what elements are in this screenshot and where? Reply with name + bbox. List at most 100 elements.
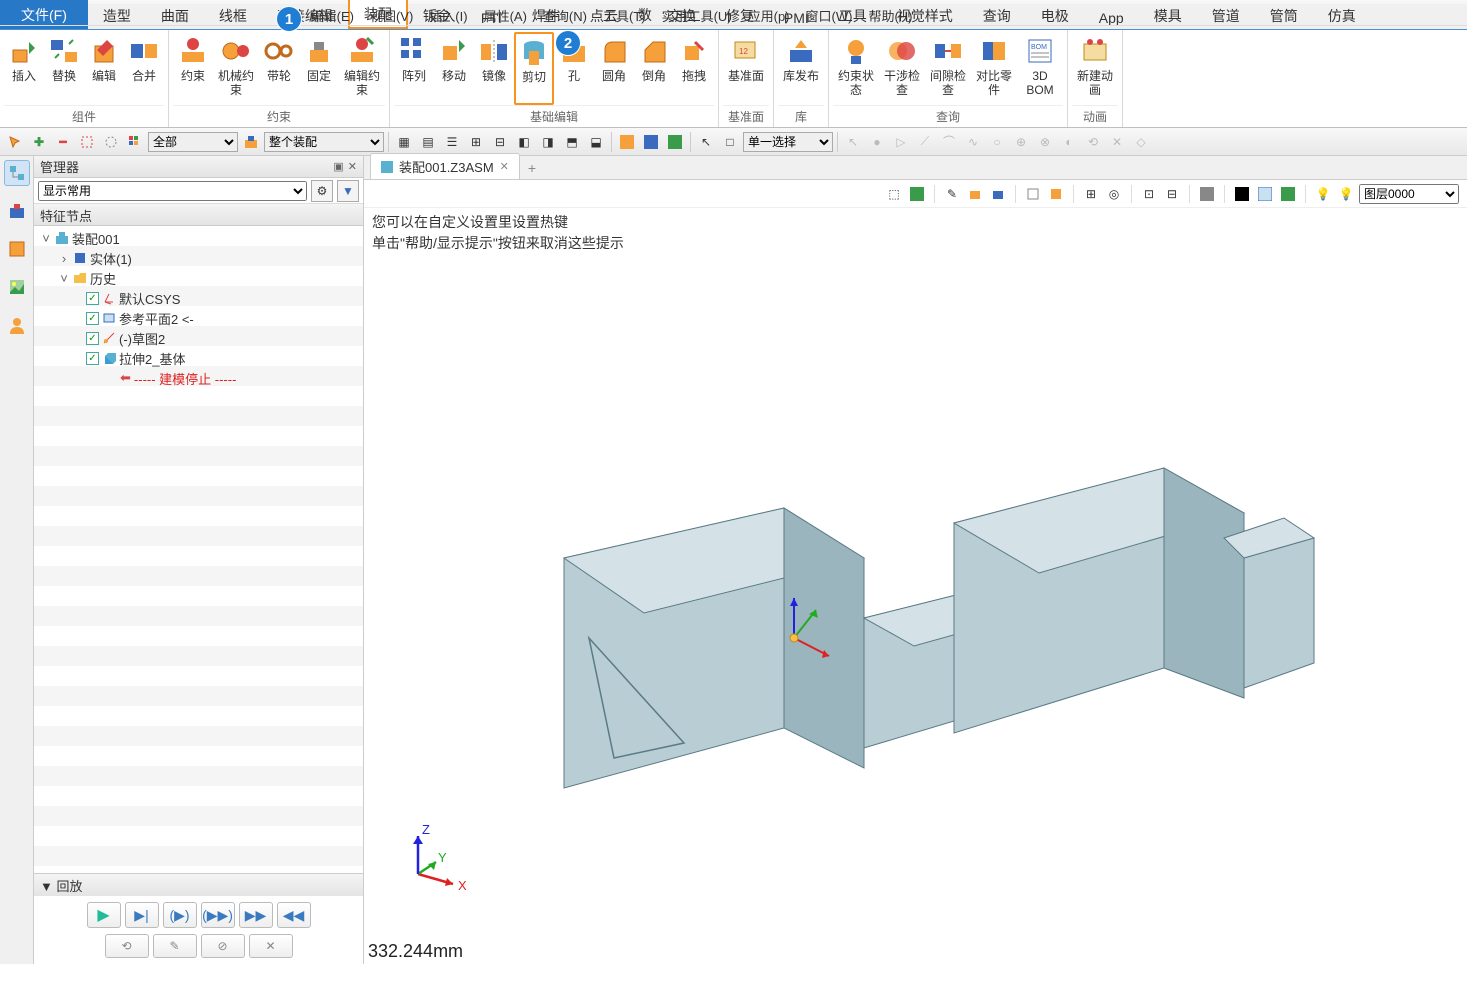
tb-icon[interactable]: ⊗ <box>1034 131 1056 153</box>
interference-button[interactable]: 干涉检查 <box>879 32 925 105</box>
tab-wireframe[interactable]: 线框 <box>204 1 262 29</box>
doc-tab-active[interactable]: 装配001.Z3ASM ✕ <box>370 153 520 179</box>
skip-fwd-button[interactable]: (▶) <box>163 902 197 928</box>
pattern-button[interactable]: 阵列 <box>394 32 434 105</box>
vt-icon[interactable] <box>907 184 927 204</box>
select-lasso-icon[interactable] <box>100 131 122 153</box>
pb-tool-3[interactable]: ⊘ <box>201 934 245 958</box>
menu-insert[interactable]: 插入(I) <box>421 4 475 27</box>
tb-icon[interactable]: □ <box>719 131 741 153</box>
layer-select[interactable]: 图层0000 <box>1359 184 1459 204</box>
manager-tab-user-icon[interactable] <box>4 312 30 338</box>
tb-icon[interactable]: ⌒ <box>938 131 960 153</box>
tree-body[interactable]: ›实体(1) <box>34 248 363 268</box>
canvas-3d[interactable]: 您可以在自定义设置里设置热键 单击"帮助/显示提示"按钮来取消这些提示 <box>364 208 1467 964</box>
add-tab-button[interactable]: + <box>520 157 544 179</box>
tb-icon[interactable]: ◧ <box>513 131 535 153</box>
minus-icon[interactable]: ━ <box>52 131 74 153</box>
new-animation-button[interactable]: 新建动画 <box>1072 32 1118 105</box>
menu-apps[interactable]: 应用(p) <box>740 4 798 27</box>
menu-tools[interactable]: 工具(T) <box>595 4 654 27</box>
tb-icon[interactable]: ⬒ <box>561 131 583 153</box>
vt-icon[interactable]: ⬚ <box>884 184 904 204</box>
chamfer-button[interactable]: 倒角 <box>634 32 674 105</box>
fillet-button[interactable]: 圆角 <box>594 32 634 105</box>
tb-icon[interactable]: ● <box>866 131 888 153</box>
tb-icon[interactable]: ▤ <box>417 131 439 153</box>
menu-help[interactable]: 帮助(H) <box>860 4 920 27</box>
tree-history[interactable]: ˅历史 <box>34 268 363 288</box>
select-scope-1[interactable]: 全部 <box>148 132 238 152</box>
tb-icon[interactable]: ⬓ <box>585 131 607 153</box>
replace-button[interactable]: 替换 <box>44 32 84 105</box>
select-rect-icon[interactable] <box>76 131 98 153</box>
tb-icon[interactable]: ⊟ <box>489 131 511 153</box>
tb-icon[interactable]: ▷ <box>890 131 912 153</box>
mech-constraint-button[interactable]: 机械约束 <box>213 32 259 105</box>
plus-icon[interactable]: ✚ <box>28 131 50 153</box>
fast-fwd-button[interactable]: (▶▶) <box>201 902 235 928</box>
display-select[interactable]: 显示常用 <box>38 181 307 201</box>
select-mode[interactable]: 单一选择 <box>743 132 833 152</box>
bom-button[interactable]: BOM3D BOM <box>1017 32 1063 105</box>
constraint-state-button[interactable]: 约束状态 <box>833 32 879 105</box>
tree-extrude[interactable]: ✓拉伸2_基体 <box>34 348 363 368</box>
tree-sketch[interactable]: ✓(-)草图2 <box>34 328 363 348</box>
fixed-button[interactable]: 固定 <box>299 32 339 105</box>
menu-utilities[interactable]: 实用工具(U) <box>654 4 740 27</box>
close-tab-icon[interactable]: ✕ <box>500 160 509 173</box>
tab-surface[interactable]: 曲面 <box>146 1 204 29</box>
manager-tab-tree-icon[interactable] <box>4 160 30 186</box>
tab-file[interactable]: 文件(F) <box>0 0 88 29</box>
tb-icon[interactable]: ⊞ <box>465 131 487 153</box>
manager-tab-view-icon[interactable] <box>4 236 30 262</box>
assembly-filter-icon[interactable] <box>240 131 262 153</box>
tb-icon[interactable]: ⟲ <box>1082 131 1104 153</box>
vt-bulb-icon[interactable]: 💡 <box>1313 184 1333 204</box>
tb-icon[interactable]: ◐ <box>1058 131 1080 153</box>
minimize-icon[interactable]: ▣ <box>333 160 343 173</box>
vt-icon[interactable]: ◎ <box>1104 184 1124 204</box>
tb-icon[interactable] <box>664 131 686 153</box>
vt-icon[interactable] <box>1197 184 1217 204</box>
insert-button[interactable]: 插入 <box>4 32 44 105</box>
end-button[interactable]: ▶▶ <box>239 902 273 928</box>
clearance-button[interactable]: 间隙检查 <box>925 32 971 105</box>
vt-shaded-icon[interactable] <box>1046 184 1066 204</box>
datum-plane-button[interactable]: 12基准面 <box>723 32 769 105</box>
tb-icon[interactable]: ◇ <box>1130 131 1152 153</box>
tree-csys[interactable]: ✓默认CSYS <box>34 288 363 308</box>
tb-icon[interactable]: ⊕ <box>1010 131 1032 153</box>
compare-button[interactable]: 对比零件 <box>971 32 1017 105</box>
playback-header[interactable]: ▼ 回放 <box>34 874 363 896</box>
mirror-button[interactable]: 镜像 <box>474 32 514 105</box>
vt-icon[interactable] <box>965 184 985 204</box>
merge-button[interactable]: 合并 <box>124 32 164 105</box>
constraint-button[interactable]: 约束 <box>173 32 213 105</box>
tab-mold[interactable]: 模具 <box>1139 1 1197 29</box>
manager-tab-image-icon[interactable] <box>4 274 30 300</box>
tree-root[interactable]: ˅装配001 <box>34 228 363 248</box>
close-icon[interactable]: ✕ <box>348 160 357 173</box>
tab-electrode[interactable]: 电极 <box>1026 1 1084 29</box>
vt-icon[interactable]: ⊟ <box>1162 184 1182 204</box>
vt-icon[interactable]: ⊞ <box>1081 184 1101 204</box>
pulley-button[interactable]: 带轮 <box>259 32 299 105</box>
menu-attr[interactable]: 属性(A) <box>476 4 535 27</box>
vt-icon[interactable] <box>1278 184 1298 204</box>
tab-modeling[interactable]: 造型 <box>88 1 146 29</box>
tab-tube[interactable]: 管筒 <box>1255 1 1313 29</box>
vt-color-black[interactable] <box>1232 184 1252 204</box>
tab-pipe[interactable]: 管道 <box>1197 1 1255 29</box>
cut-button[interactable]: 剪切 <box>514 32 554 105</box>
vt-color-blue[interactable] <box>1255 184 1275 204</box>
tb-icon[interactable]: ↖ <box>695 131 717 153</box>
menu-window[interactable]: 窗口(W) <box>798 4 861 27</box>
vt-bulb-off-icon[interactable]: 💡 <box>1336 184 1356 204</box>
lib-publish-button[interactable]: 库发布 <box>778 32 824 105</box>
tb-icon[interactable]: ⟋ <box>914 131 936 153</box>
pb-tool-2[interactable]: ✎ <box>153 934 197 958</box>
tb-icon[interactable]: ☰ <box>441 131 463 153</box>
tb-icon[interactable]: ○ <box>986 131 1008 153</box>
settings-icon[interactable]: ⚙ <box>311 180 333 202</box>
